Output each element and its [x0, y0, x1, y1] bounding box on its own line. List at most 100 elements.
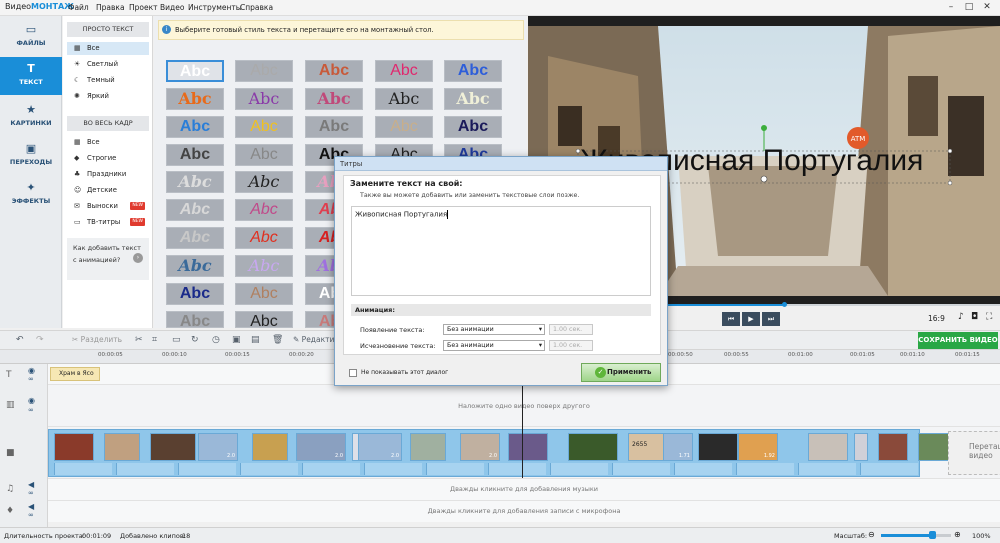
eye-icon[interactable]: ◉	[28, 366, 35, 375]
text-style-tile[interactable]: Abc	[166, 227, 224, 249]
playback-progress[interactable]	[658, 304, 784, 306]
crop-icon[interactable]: ⌗	[152, 335, 157, 345]
text-style-tile[interactable]: Abc	[166, 199, 224, 221]
video-clip[interactable]: 1.92	[738, 433, 778, 461]
nav-tab-images[interactable]: ★ КАРТИНКИ	[0, 98, 62, 136]
zoom-slider[interactable]	[881, 534, 951, 537]
video-clip[interactable]	[568, 433, 618, 461]
link-icon[interactable]: ∞	[28, 489, 34, 497]
text-style-tile[interactable]: Abc	[444, 116, 502, 138]
text-style-tile[interactable]: Abc	[166, 283, 224, 305]
text-style-tile[interactable]: Abc	[235, 88, 293, 110]
redo-icon[interactable]: ↷	[36, 335, 44, 345]
zoom-out-icon[interactable]: ⊖	[868, 530, 875, 539]
maximize-icon[interactable]: □	[962, 1, 976, 13]
drop-video-zone[interactable]: Перетащите видео	[948, 431, 1000, 475]
video-clip[interactable]	[854, 433, 868, 461]
video-clip[interactable]: 1.71	[663, 433, 693, 461]
category-dark[interactable]: ☾ Темный	[67, 74, 149, 87]
text-style-tile[interactable]: Abc	[166, 88, 224, 110]
minimize-icon[interactable]: –	[944, 1, 958, 13]
text-style-tile[interactable]: Abc	[375, 88, 433, 110]
category-kids[interactable]: ☺ Детские	[67, 184, 149, 197]
appear-animation-select[interactable]: Без анимации ▾	[443, 324, 545, 335]
speed-icon[interactable]: ◷	[212, 335, 220, 345]
category-holidays[interactable]: ♣ Праздники	[67, 168, 149, 181]
volume-icon[interactable]: ♪	[958, 312, 964, 322]
video-clip[interactable]: 2.0	[198, 433, 238, 461]
aspect-ratio-select[interactable]: 16:9	[928, 314, 945, 323]
zoom-in-icon[interactable]: ⊕	[954, 530, 961, 539]
fullscreen-icon[interactable]: ⛶	[986, 312, 992, 322]
play-button[interactable]: ▶	[742, 312, 760, 326]
speaker-icon[interactable]: ◀	[28, 502, 34, 511]
text-style-tile[interactable]: Abc	[235, 60, 293, 82]
nav-tab-files[interactable]: ▭ ФАЙЛЫ	[0, 18, 62, 56]
menu-video[interactable]: Видео	[160, 3, 184, 12]
microphone-track[interactable]: Дважды кликните для добавления записи с …	[48, 500, 1000, 522]
text-style-tile[interactable]: Abc	[166, 60, 224, 82]
link-icon[interactable]: ∞	[28, 511, 34, 519]
text-style-tile[interactable]: Abc	[235, 199, 293, 221]
video-clip[interactable]: 2.0	[296, 433, 346, 461]
text-style-tile[interactable]: Abc	[166, 311, 224, 328]
split-button[interactable]: ✂ Разделить	[72, 335, 122, 344]
category-tv-titles[interactable]: ▭ ТВ-титры NEW	[67, 216, 149, 229]
camera-icon[interactable]: ◘	[971, 312, 978, 322]
text-style-tile[interactable]: Abc	[235, 171, 293, 193]
disappear-animation-select[interactable]: Без анимации ▾	[443, 340, 545, 351]
text-style-tile[interactable]: Abc	[166, 171, 224, 193]
video-clip[interactable]	[54, 433, 94, 461]
category-strict[interactable]: ◆ Строгие	[67, 152, 149, 165]
rotate-icon[interactable]: ↻	[191, 335, 199, 345]
text-style-tile[interactable]: Abc	[444, 60, 502, 82]
close-icon[interactable]: ✕	[980, 1, 994, 13]
text-style-tile[interactable]: Abc	[235, 144, 293, 166]
text-style-tile[interactable]: Abc	[375, 60, 433, 82]
text-style-tile[interactable]: Abc	[235, 283, 293, 305]
text-style-tile[interactable]: Abc	[166, 116, 224, 138]
howto-animation-link[interactable]: Как добавить текст с анимацией? ›	[67, 238, 149, 280]
text-style-tile[interactable]: Abc	[305, 88, 363, 110]
edit-button[interactable]: ✎ Редакти	[293, 335, 334, 344]
text-style-tile[interactable]: Abc	[235, 227, 293, 249]
video-clip[interactable]	[252, 433, 288, 461]
menu-edit[interactable]: Правка	[96, 3, 125, 12]
music-track[interactable]: Дважды кликните для добавления музыки	[48, 478, 1000, 500]
video-clip[interactable]	[104, 433, 140, 461]
video-clip[interactable]	[150, 433, 196, 461]
category-all-simple[interactable]: ▦ Все	[67, 42, 149, 55]
video-track[interactable]: 2.0 2.0 2.0 2.0 1.71 1.92 2655 Перетащите виде…	[48, 426, 1000, 478]
text-style-tile[interactable]: Abc	[235, 255, 293, 277]
speaker-icon[interactable]: ◀	[28, 480, 34, 489]
text-style-tile[interactable]: Abc	[375, 116, 433, 138]
text-input-area[interactable]: Живописная Португалия	[351, 206, 651, 296]
menu-project[interactable]: Проект	[129, 3, 158, 12]
disappear-duration-spinner[interactable]: 1.00 сек.	[549, 340, 593, 351]
category-bright[interactable]: ✺ Яркий	[67, 90, 149, 103]
text-style-tile[interactable]: Abc	[444, 88, 502, 110]
video-clip[interactable]	[410, 433, 446, 461]
save-video-button[interactable]: СОХРАНИТЬ ВИДЕО	[918, 332, 998, 349]
link-icon[interactable]: ∞	[28, 406, 34, 414]
nav-tab-effects[interactable]: ✦ ЭФФЕКТЫ	[0, 176, 62, 214]
category-callouts[interactable]: ✉ Выноски NEW	[67, 200, 149, 213]
text-style-tile[interactable]: Abc	[305, 60, 363, 82]
trash-icon[interactable]: 🗑	[272, 335, 283, 345]
apply-button[interactable]: ✓ Применить	[581, 363, 661, 382]
zoom-slider-thumb[interactable]	[929, 531, 936, 539]
nav-tab-text[interactable]: T ТЕКСТ	[0, 57, 62, 95]
video-clip[interactable]: 2.0	[358, 433, 402, 461]
prev-frame-button[interactable]: ⏮	[722, 312, 740, 326]
text-style-tile[interactable]: Abc	[235, 116, 293, 138]
dont-show-checkbox[interactable]	[349, 369, 357, 377]
audio-icon[interactable]: ▤	[251, 335, 260, 345]
video-clip[interactable]	[508, 433, 548, 461]
title-clip[interactable]: Храм в Ясо	[50, 367, 100, 381]
menu-help[interactable]: Справка	[240, 3, 273, 12]
next-frame-button[interactable]: ⏭	[762, 312, 780, 326]
text-style-tile[interactable]: Abc	[235, 311, 293, 328]
text-style-tile[interactable]: Abc	[166, 144, 224, 166]
playhead-handle[interactable]	[782, 302, 787, 307]
scissors-icon[interactable]: ✂	[135, 335, 143, 345]
